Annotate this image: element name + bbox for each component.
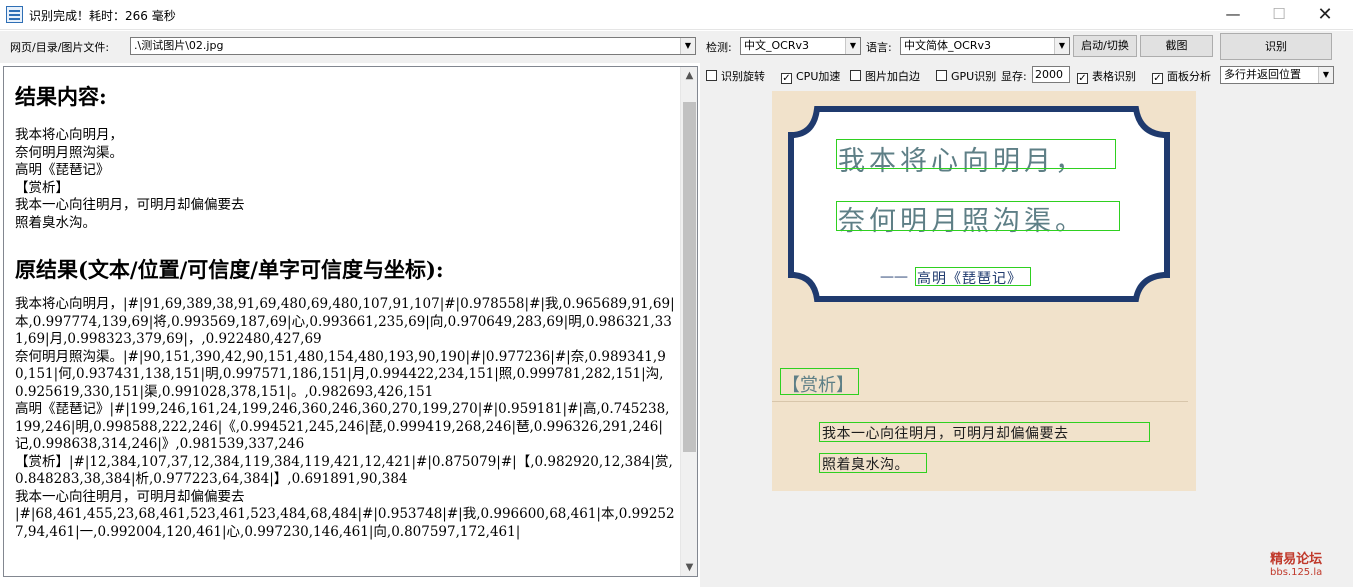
detect-model-select[interactable]: 中文_OCRv3 ▼ xyxy=(740,37,861,55)
detect-model-value: 中文_OCRv3 xyxy=(744,39,809,52)
language-select[interactable]: 中文简体_OCRv3 ▼ xyxy=(900,37,1070,55)
vram-input[interactable]: 2000 xyxy=(1032,66,1070,83)
forum-watermark: 精易论坛 bbs.125.la xyxy=(1270,548,1322,578)
gpu-checkbox[interactable]: GPU识别 xyxy=(936,68,996,84)
image-preview: 我本将心向明月， 奈何明月照沟渠。 —— 高明《琵琶记》 【赏析】 我本一心向往… xyxy=(772,91,1196,491)
checkbox-box[interactable] xyxy=(706,70,717,81)
checkbox-checked-icon[interactable]: ✓ xyxy=(1077,73,1088,84)
raw-result-lines: 我本将心向明月，|#|91,69,389,38,91,69,480,69,480… xyxy=(15,296,675,540)
recognize-button[interactable]: 识别 xyxy=(1220,33,1332,60)
table-label: 表格识别 xyxy=(1092,70,1136,83)
title-bar: 识别完成！耗时：266 毫秒 — ☐ ✕ xyxy=(0,0,1353,30)
chevron-down-icon[interactable]: ▼ xyxy=(680,38,695,54)
checkbox-checked-icon[interactable]: ✓ xyxy=(781,73,792,84)
watermark-url: bbs.125.la xyxy=(1270,567,1323,578)
window-title: 识别完成！耗时：266 毫秒 xyxy=(29,9,176,23)
file-path-combo[interactable]: .\测试图片\02.jpg ▼ xyxy=(130,37,696,55)
panel-label: 面板分析 xyxy=(1167,70,1211,83)
result-textbox[interactable]: 结果内容: 我本将心向明月， 奈何明月照沟渠。 高明《琵琶记》 【赏析】 我本一… xyxy=(3,66,698,577)
watermark-title: 精易论坛 xyxy=(1270,552,1323,567)
raw-result-heading: 原结果(文本/位置/可信度/单字可信度与坐标): xyxy=(15,257,444,282)
checkbox-box[interactable] xyxy=(936,70,947,81)
chevron-down-icon[interactable]: ▼ xyxy=(845,38,860,54)
app-icon xyxy=(6,6,23,23)
result-content: 结果内容: 我本将心向明月， 奈何明月照沟渠。 高明《琵琶记》 【赏析】 我本一… xyxy=(15,77,675,541)
gpu-label: GPU识别 xyxy=(951,70,997,83)
checkbox-box[interactable] xyxy=(850,70,861,81)
result-lines: 我本将心向明月， 奈何明月照沟渠。 高明《琵琶记》 【赏析】 我本一心向往明月，… xyxy=(15,127,245,231)
rotate-label: 识别旋转 xyxy=(721,70,765,83)
file-path-value: .\测试图片\02.jpg xyxy=(134,39,224,52)
ocr-box xyxy=(836,201,1120,231)
scroll-up-icon[interactable]: ▲ xyxy=(681,67,697,84)
chevron-down-icon[interactable]: ▼ xyxy=(1318,67,1333,83)
file-label: 网页/目录/图片文件: xyxy=(10,41,110,54)
ocr-box xyxy=(819,453,927,473)
options-bar: 识别旋转 ✓ CPU加速 图片加白边 GPU识别 显存: 2000 ✓ 表格识别 ✓… xyxy=(700,63,1353,87)
checkbox-checked-icon[interactable]: ✓ xyxy=(1152,73,1163,84)
scroll-down-icon[interactable]: ▼ xyxy=(681,559,697,576)
maximize-button[interactable]: ☐ xyxy=(1256,0,1302,29)
ocr-box xyxy=(836,139,1116,169)
start-switch-button[interactable]: 启动/切换 xyxy=(1073,35,1137,57)
screenshot-button[interactable]: 截图 xyxy=(1140,35,1213,57)
chevron-down-icon[interactable]: ▼ xyxy=(1054,38,1069,54)
cpu-checkbox[interactable]: ✓ CPU加速 xyxy=(781,68,840,84)
vertical-scrollbar[interactable]: ▲ ▼ xyxy=(680,67,697,576)
panel-checkbox[interactable]: ✓ 面板分析 xyxy=(1152,68,1211,84)
result-heading: 结果内容: xyxy=(15,84,107,109)
attribution-dash: —— xyxy=(880,269,908,285)
ocr-box xyxy=(915,267,1031,286)
ocr-box xyxy=(780,368,859,395)
border-checkbox[interactable]: 图片加白边 xyxy=(850,68,920,84)
cpu-label: CPU加速 xyxy=(796,70,841,83)
output-mode-value: 多行并返回位置 xyxy=(1224,68,1301,81)
language-label: 语言: xyxy=(866,41,892,54)
output-mode-select[interactable]: 多行并返回位置 ▼ xyxy=(1220,66,1334,84)
divider xyxy=(772,401,1188,402)
language-value: 中文简体_OCRv3 xyxy=(904,39,991,52)
table-checkbox[interactable]: ✓ 表格识别 xyxy=(1077,68,1136,84)
ocr-box xyxy=(819,422,1150,442)
vram-label: 显存: xyxy=(1001,70,1027,83)
toolbar: 网页/目录/图片文件: .\测试图片\02.jpg ▼ 检测: 中文_OCRv3… xyxy=(0,31,1353,63)
close-button[interactable]: ✕ xyxy=(1302,0,1348,29)
border-label: 图片加白边 xyxy=(865,70,920,83)
rotate-checkbox[interactable]: 识别旋转 xyxy=(706,68,765,84)
minimize-button[interactable]: — xyxy=(1210,0,1256,29)
scroll-thumb[interactable] xyxy=(683,102,696,452)
detect-label: 检测: xyxy=(706,41,732,54)
